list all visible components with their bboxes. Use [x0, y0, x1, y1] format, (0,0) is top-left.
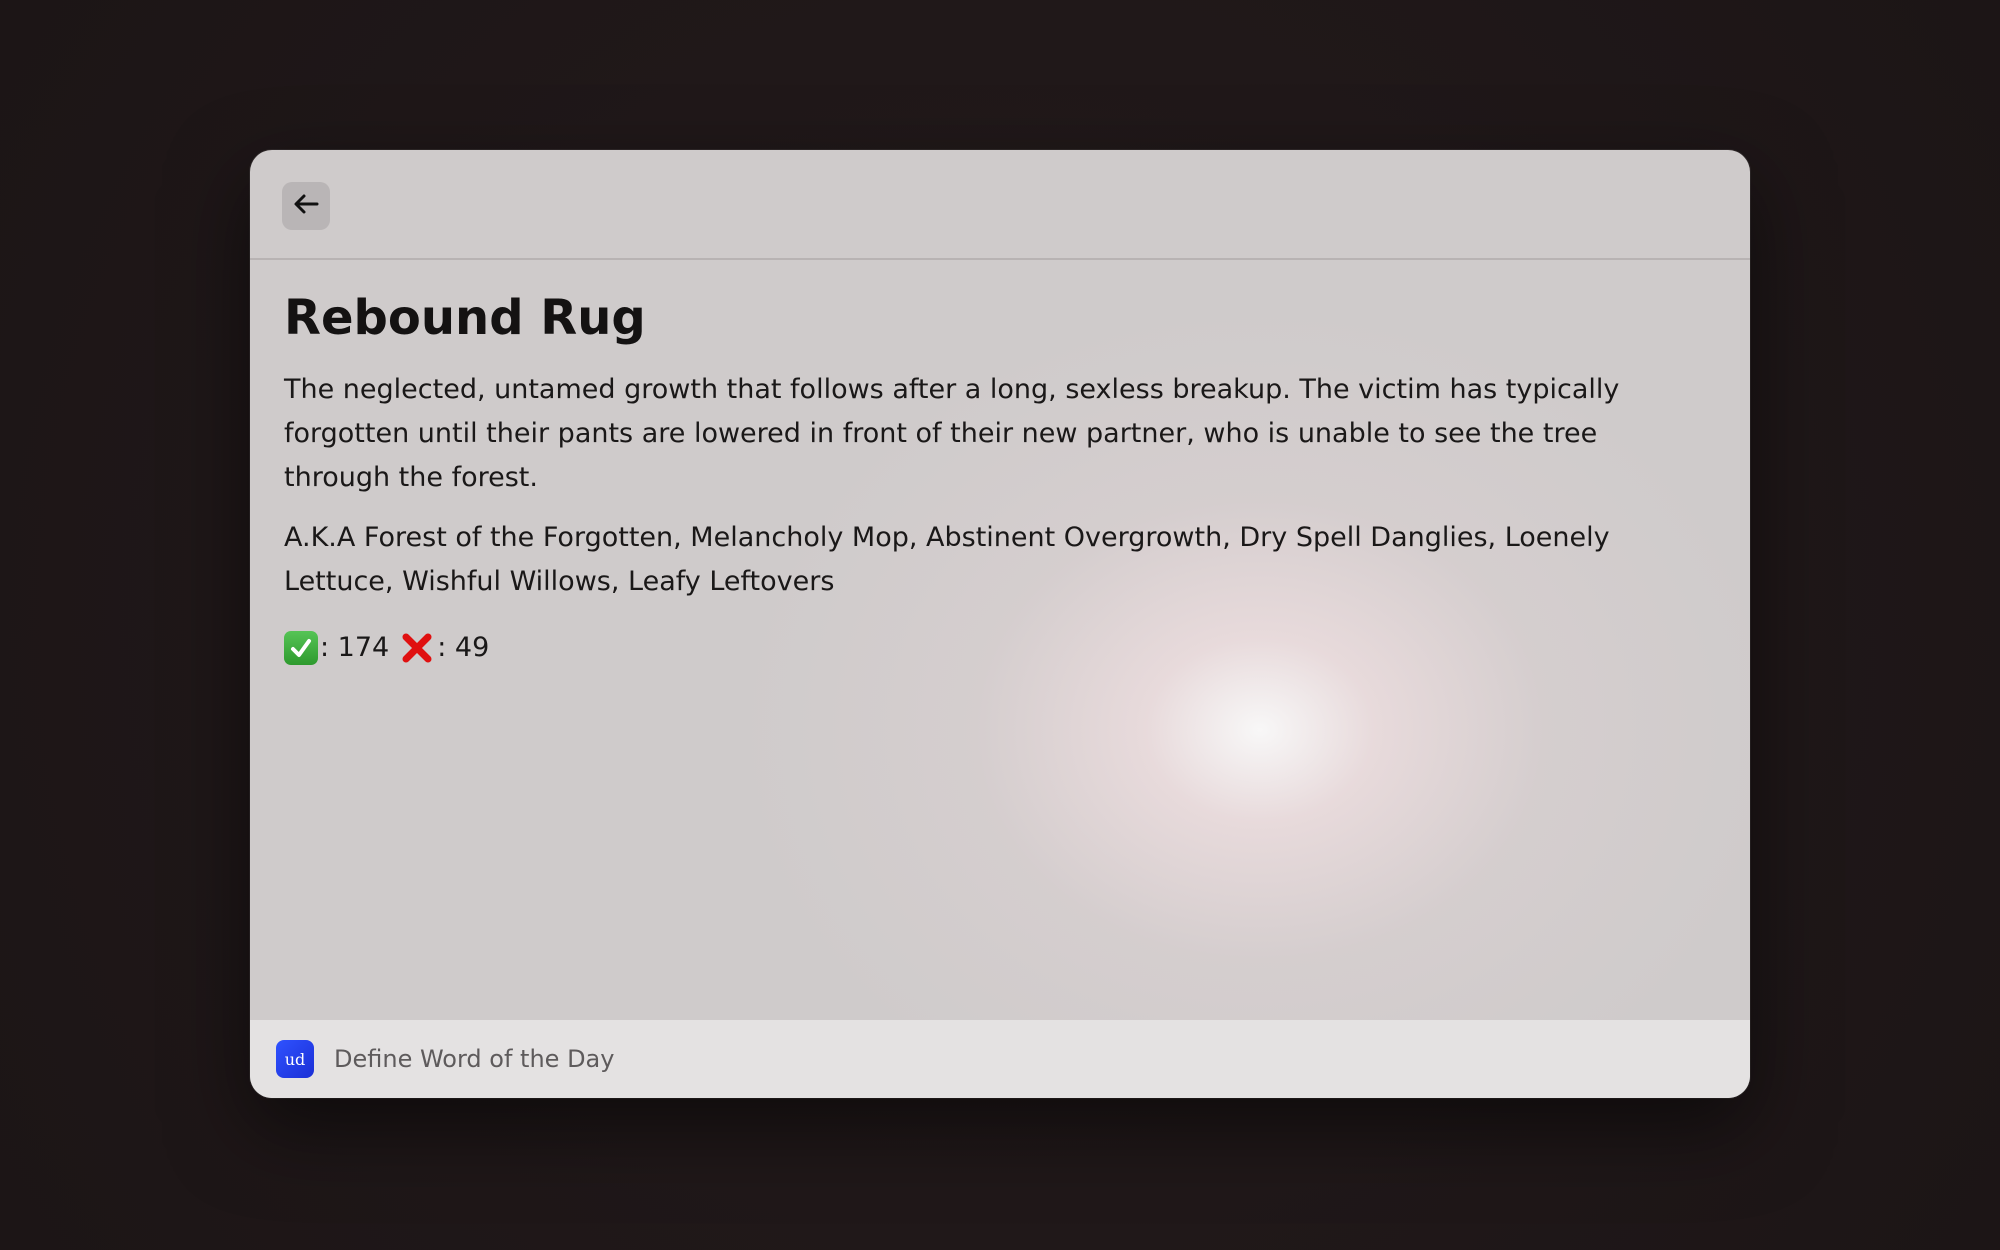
definition-content: Rebound Rug The neglected, untamed growt… [284, 260, 1704, 668]
check-mark-icon [284, 631, 318, 665]
downvote-count: : 49 [437, 632, 490, 663]
aka-text: A.K.A Forest of the Forgotten, Melanchol… [284, 522, 1610, 597]
arrow-left-icon [293, 193, 319, 219]
urban-dictionary-icon: ud [276, 1040, 314, 1078]
definition-window: Rebound Rug The neglected, untamed growt… [250, 150, 1750, 1098]
window-header [250, 150, 1750, 260]
cross-mark-icon [399, 630, 435, 666]
definition-text: The neglected, untamed growth that follo… [284, 374, 1620, 493]
upvote-count: : 174 [320, 632, 390, 663]
vote-counts: : 174 : 49 [284, 628, 1704, 668]
action-label[interactable]: Define Word of the Day [334, 1045, 614, 1073]
word-title: Rebound Rug [284, 290, 646, 346]
action-bar: ud Define Word of the Day [250, 1020, 1750, 1098]
back-button[interactable] [282, 182, 330, 230]
